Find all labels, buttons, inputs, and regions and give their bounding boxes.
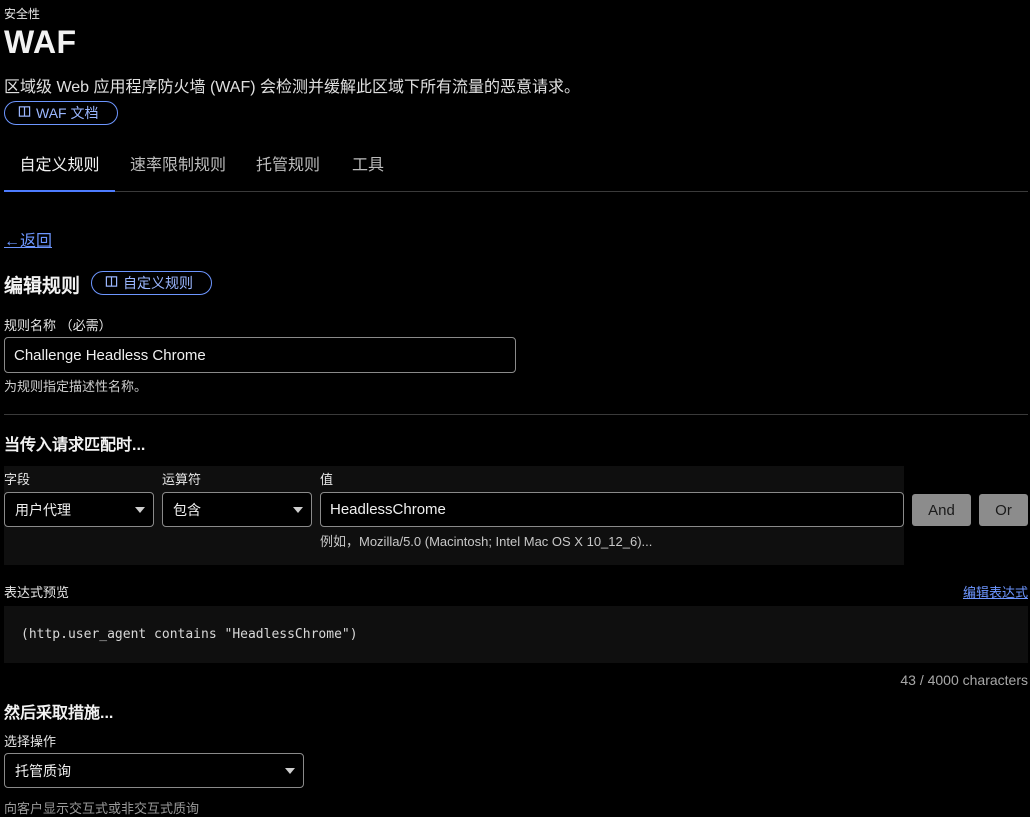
rule-name-hint: 为规则指定描述性名称。 — [4, 379, 148, 394]
divider — [4, 414, 1028, 415]
value-input-value: HeadlessChrome — [330, 501, 446, 518]
page-description: 区域级 Web 应用程序防火墙 (WAF) 会检测并缓解此区域下所有流量的恶意请… — [4, 79, 581, 96]
rule-name-label: 规则名称 （必需） — [4, 318, 112, 333]
book-icon — [105, 275, 118, 291]
action-select-value: 托管质询 — [15, 762, 71, 779]
value-input[interactable]: HeadlessChrome — [320, 492, 904, 527]
or-button[interactable]: Or — [979, 494, 1028, 526]
match-section-title: 当传入请求匹配时... — [4, 437, 146, 454]
action-select-label: 选择操作 — [4, 734, 57, 749]
waf-docs-link[interactable]: WAF 文档 — [4, 101, 118, 125]
and-button[interactable]: And — [912, 494, 971, 526]
book-icon — [18, 105, 31, 121]
character-count: 43 / 4000 characters — [900, 672, 1028, 688]
expression-preview-label: 表达式预览 — [4, 585, 70, 600]
field-select-value: 用户代理 — [15, 501, 71, 518]
chevron-down-icon — [293, 506, 303, 513]
tab-managed-rules[interactable]: 托管规则 — [255, 146, 321, 190]
tab-rate-limit-rules[interactable]: 速率限制规则 — [128, 146, 228, 190]
waf-docs-label: WAF 文档 — [36, 105, 99, 121]
page-title: WAF — [4, 24, 77, 60]
custom-rules-docs-link[interactable]: 自定义规则 — [91, 271, 212, 295]
action-hint: 向客户显示交互式或非交互式质询 — [4, 801, 200, 816]
field-select[interactable]: 用户代理 — [4, 492, 154, 527]
value-label: 值 — [320, 472, 334, 487]
operator-label: 运算符 — [162, 472, 202, 487]
chevron-down-icon — [285, 767, 295, 774]
tab-custom-rules[interactable]: 自定义规则 — [4, 146, 115, 192]
action-section-title: 然后采取措施... — [4, 705, 114, 722]
custom-rules-docs-label: 自定义规则 — [123, 275, 193, 291]
operator-select-value: 包含 — [173, 501, 201, 518]
expression-code: (http.user_agent contains "HeadlessChrom… — [21, 627, 358, 642]
section-label: 安全性 — [4, 7, 41, 21]
field-label: 字段 — [4, 472, 31, 487]
action-select[interactable]: 托管质询 — [4, 753, 304, 788]
chevron-down-icon — [135, 506, 145, 513]
tab-bar: 自定义规则 速率限制规则 托管规则 工具 — [4, 146, 1028, 192]
back-link[interactable]: ←返回 — [4, 227, 52, 251]
value-hint: 例如，Mozilla/5.0 (Macintosh; Intel Mac OS … — [320, 534, 653, 549]
rule-name-input[interactable]: Challenge Headless Chrome — [4, 337, 516, 373]
operator-select[interactable]: 包含 — [162, 492, 312, 527]
rule-name-value: Challenge Headless Chrome — [14, 346, 206, 364]
edit-rule-title: 编辑规则 — [4, 276, 81, 297]
expression-preview-box: (http.user_agent contains "HeadlessChrom… — [4, 606, 1028, 663]
edit-expression-link[interactable]: 编辑表达式 — [963, 582, 1028, 601]
tab-tools[interactable]: 工具 — [351, 146, 385, 190]
